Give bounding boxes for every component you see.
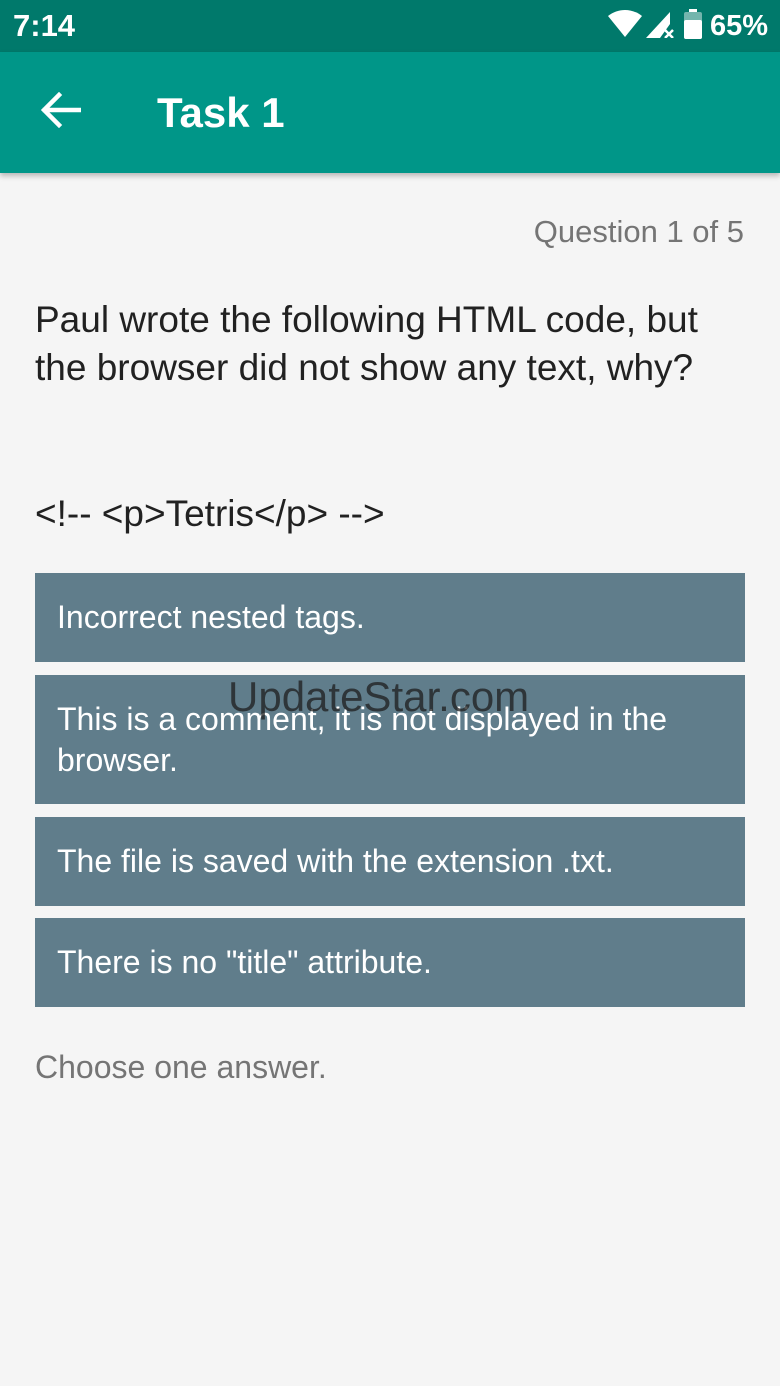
- signal-icon: [645, 10, 676, 43]
- question-text: Paul wrote the following HTML code, but …: [35, 299, 698, 388]
- answer-option-3[interactable]: The file is saved with the extension .tx…: [35, 817, 745, 906]
- code-snippet: <!-- <p>Tetris</p> -->: [35, 493, 385, 534]
- back-button[interactable]: [26, 77, 96, 147]
- answer-option-2[interactable]: This is a comment, it is not displayed i…: [35, 675, 745, 804]
- arrow-back-icon: [40, 91, 82, 133]
- app-bar: Task 1: [0, 52, 780, 173]
- answer-option-4[interactable]: There is no "title" attribute.: [35, 918, 745, 1007]
- answer-option-1[interactable]: Incorrect nested tags.: [35, 573, 745, 662]
- battery-percent: 65%: [709, 10, 768, 42]
- battery-icon: [683, 8, 702, 44]
- answer-label: The file is saved with the extension .tx…: [57, 843, 614, 879]
- instruction-text: Choose one answer.: [35, 1049, 327, 1085]
- status-bar: 7:14 65%: [0, 0, 780, 52]
- status-icons: 65%: [607, 8, 768, 44]
- wifi-icon: [607, 9, 642, 43]
- page-title: Task 1: [157, 89, 285, 136]
- answer-label: Incorrect nested tags.: [57, 599, 365, 635]
- screen: 7:14 65% Task 1 Question 1 of 5 Paul wro…: [0, 0, 780, 1386]
- status-time: 7:14: [13, 8, 76, 43]
- answer-label: This is a comment, it is not displayed i…: [57, 700, 668, 778]
- question-progress: Question 1 of 5: [533, 214, 744, 249]
- answer-label: There is no "title" attribute.: [57, 944, 432, 980]
